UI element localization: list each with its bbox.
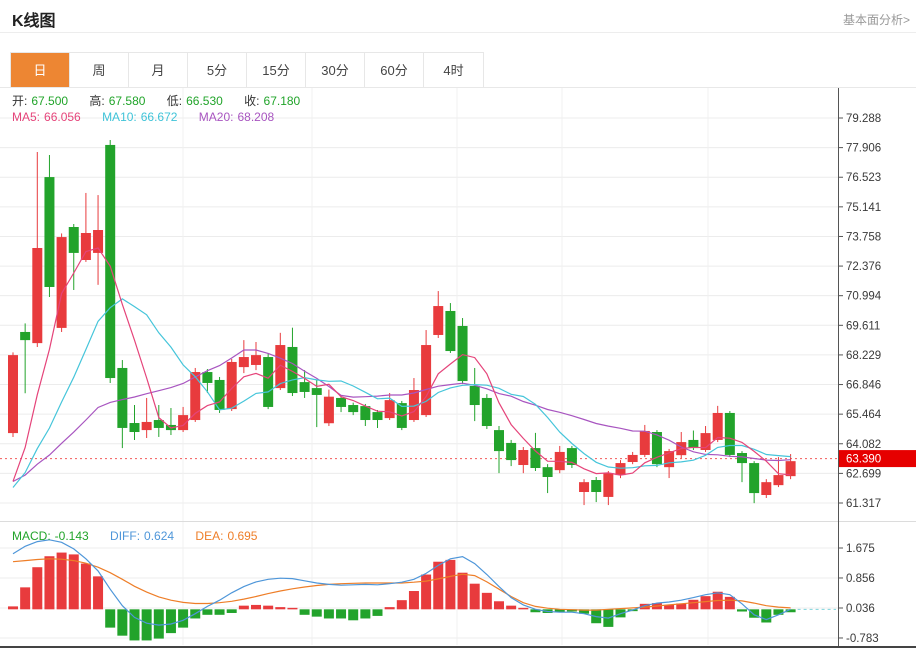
- macd-legend: MACD: -0.143 DIFF: 0.624 DEA: 0.695: [12, 529, 275, 543]
- ma-legend: MA5: 66.056 MA10: 66.672 MA20:68.208: [12, 110, 292, 124]
- ohlc-legend: 开: 67.500 高: 67.580 低: 66.530 收: 67.180: [12, 92, 318, 109]
- svg-text:0.036: 0.036: [846, 603, 875, 615]
- ma-lines: [13, 248, 791, 488]
- dea-label: DEA:: [195, 529, 223, 543]
- svg-text:64.082: 64.082: [846, 439, 881, 451]
- low-label: 低:: [167, 94, 182, 108]
- close-label: 收:: [244, 94, 259, 108]
- svg-text:69.611: 69.611: [846, 320, 880, 332]
- svg-text:76.523: 76.523: [846, 172, 881, 184]
- svg-text:68.229: 68.229: [846, 350, 881, 362]
- svg-text:70.994: 70.994: [846, 291, 882, 303]
- svg-text:73.758: 73.758: [846, 231, 881, 243]
- ma5-value: 66.056: [44, 110, 81, 124]
- open-value: 67.500: [31, 94, 68, 108]
- ma20-label: MA20:: [199, 110, 234, 124]
- current-price-tag: 63.390: [839, 450, 916, 467]
- svg-text:0.856: 0.856: [846, 573, 875, 585]
- diff-label: DIFF:: [110, 529, 140, 543]
- svg-text:75.141: 75.141: [846, 202, 881, 214]
- svg-text:63.390: 63.390: [846, 454, 881, 466]
- ma20-value: 68.208: [237, 110, 274, 124]
- close-value: 67.180: [264, 94, 301, 108]
- svg-text:77.906: 77.906: [846, 143, 881, 155]
- diff-value: 0.624: [144, 529, 174, 543]
- macd-label: MACD:: [12, 529, 51, 543]
- svg-text:62.699: 62.699: [846, 468, 881, 480]
- macd-value: -0.143: [55, 529, 89, 543]
- high-label: 高:: [89, 94, 104, 108]
- svg-text:66.846: 66.846: [846, 380, 881, 392]
- ma10-value: 66.672: [141, 110, 178, 124]
- svg-text:-0.783: -0.783: [846, 633, 879, 645]
- svg-text:1.675: 1.675: [846, 543, 875, 555]
- macd-histogram: [8, 553, 796, 641]
- kline-widget: K线图 基本面分析> 日 周 月 5分 15分 30分 60分 4时 79.28…: [0, 0, 916, 651]
- svg-text:72.376: 72.376: [846, 261, 881, 273]
- svg-text:79.288: 79.288: [846, 113, 881, 125]
- low-value: 66.530: [186, 94, 223, 108]
- ma10-label: MA10:: [102, 110, 137, 124]
- dea-value: 0.695: [227, 529, 257, 543]
- svg-text:61.317: 61.317: [846, 498, 881, 510]
- ma5-label: MA5:: [12, 110, 40, 124]
- open-label: 开:: [12, 94, 27, 108]
- high-value: 67.580: [109, 94, 146, 108]
- svg-text:65.464: 65.464: [846, 409, 882, 421]
